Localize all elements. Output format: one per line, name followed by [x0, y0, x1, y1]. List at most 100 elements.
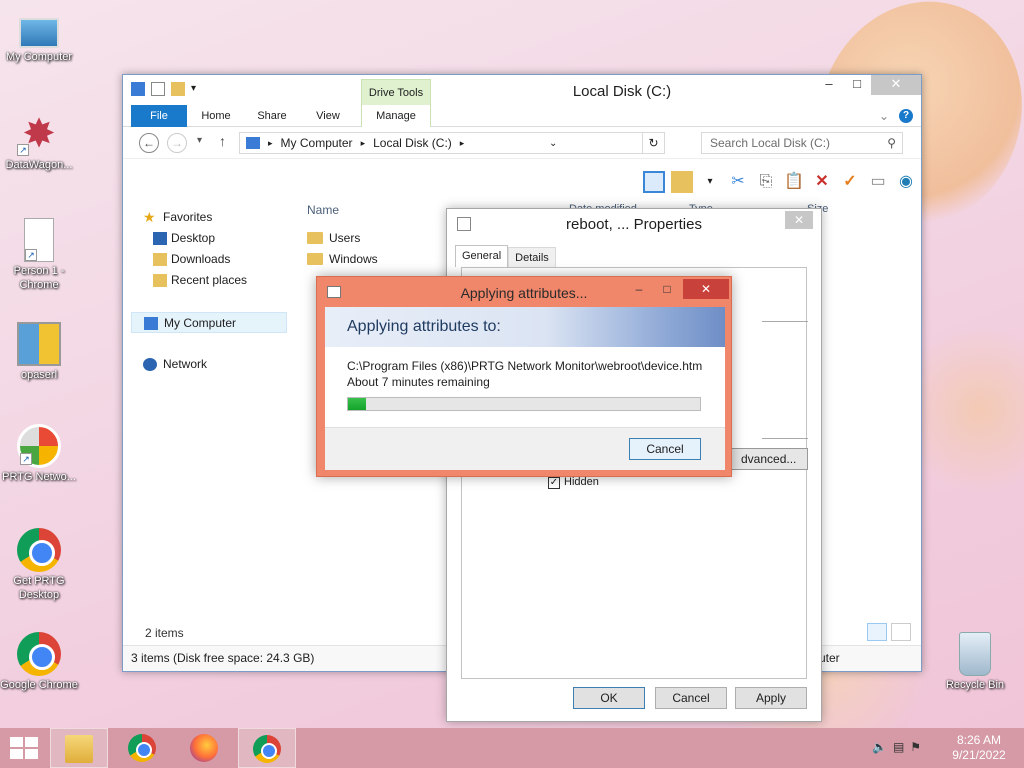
desktop-icon-get-prtg[interactable]: Get PRTG Desktop [0, 528, 78, 602]
list-item[interactable]: Windows [307, 252, 378, 266]
tab-home[interactable]: Home [193, 105, 239, 127]
back-button[interactable]: ← [139, 133, 159, 153]
folder-icon [307, 232, 323, 244]
system-tray: 🔈 ▤ ⚑ [872, 740, 921, 754]
desktop-icon-label: Get PRTG Desktop [13, 575, 65, 601]
recent-places-icon [153, 274, 167, 287]
volume-muted-icon[interactable]: 🔈 [872, 740, 887, 754]
address-field[interactable]: ▸ My Computer ▸ Local Disk (C:) ▸ ⌄ ↻ [239, 132, 665, 154]
taskbar-chrome[interactable] [114, 728, 172, 768]
maximize-button[interactable]: □ [657, 281, 677, 299]
file-explorer-icon [65, 735, 93, 763]
properties-titlebar[interactable]: reboot, ... Properties ✕ [447, 209, 821, 239]
chrome-icon [128, 734, 156, 762]
search-icon: ⚲ [887, 136, 896, 150]
progress-bar [347, 397, 701, 411]
shortcut-arrow-icon: ↗ [20, 453, 32, 465]
file-name: Windows [329, 252, 378, 266]
explorer-titlebar[interactable]: ▾ Drive Tools Local Disk (C:) – □ ✕ [123, 75, 921, 105]
start-button[interactable] [10, 737, 38, 759]
globe-icon[interactable]: ◉ [895, 171, 917, 193]
nav-label: Recent places [171, 273, 248, 287]
action-center-icon[interactable]: ⚑ [910, 740, 921, 754]
close-button[interactable]: ✕ [785, 211, 813, 229]
nav-my-computer[interactable]: My Computer [131, 312, 287, 333]
column-header-name[interactable]: Name [307, 203, 339, 217]
copy-icon[interactable]: ⎘ [755, 171, 777, 193]
desktop-icon-prtg[interactable]: ↗ PRTG Netwo... [0, 424, 78, 484]
desktop-icon-person1-chrome[interactable]: ↗ Person 1 - Chrome [0, 218, 78, 292]
tab-general[interactable]: General [455, 245, 509, 267]
address-dropdown-icon[interactable]: ⌄ [549, 138, 557, 149]
hidden-checkbox[interactable]: ✓ Hidden [548, 476, 599, 489]
tab-share[interactable]: Share [249, 105, 295, 127]
nav-favorites[interactable]: ★ Favorites [131, 207, 291, 228]
breadcrumb-local-disk[interactable]: Local Disk (C:) [373, 136, 452, 150]
toolbar-dropdown-icon[interactable]: ▾ [699, 171, 721, 193]
close-button[interactable]: ✕ [683, 279, 729, 299]
taskbar: 🔈 ▤ ⚑ 8:26 AM 9/21/2022 [0, 728, 1024, 768]
close-button[interactable]: ✕ [871, 75, 921, 95]
taskbar-file-explorer[interactable] [50, 728, 108, 768]
recycle-bin-icon [959, 632, 991, 676]
cancel-button[interactable]: Cancel [629, 438, 701, 460]
refresh-icon[interactable]: ↻ [641, 133, 664, 153]
paste-icon[interactable]: 📋 [783, 171, 805, 193]
chrome-icon [17, 528, 61, 572]
nav-downloads[interactable]: Downloads [131, 249, 291, 270]
help-icon[interactable]: ? [899, 109, 913, 123]
tab-file[interactable]: File [131, 105, 187, 127]
checkmark-icon[interactable]: ✓ [839, 171, 861, 193]
minimize-button[interactable]: – [815, 75, 843, 95]
desktop-icon-datawagon[interactable]: ✸ ↗ DataWagon... [0, 112, 78, 172]
maximize-button[interactable]: □ [843, 75, 871, 95]
apply-titlebar[interactable]: Applying attributes... – □ ✕ [317, 277, 731, 307]
desktop-icon-opaserl[interactable]: opaserl [0, 322, 78, 382]
nav-label: Desktop [171, 231, 216, 245]
nav-desktop[interactable]: Desktop [131, 228, 291, 249]
minimize-button[interactable]: – [629, 281, 649, 299]
taskbar-chrome-2[interactable] [238, 728, 296, 768]
large-icons-view-icon[interactable] [891, 623, 911, 641]
nav-network[interactable]: Network [131, 354, 291, 375]
file-name: Users [329, 231, 361, 245]
ok-button[interactable]: OK [573, 687, 645, 709]
details-view-icon[interactable] [867, 623, 887, 641]
expand-ribbon-icon[interactable]: ⌄ [879, 109, 889, 123]
folder-check-icon[interactable] [671, 171, 693, 193]
firefox-icon [190, 734, 218, 762]
clock[interactable]: 8:26 AM 9/21/2022 [944, 733, 1014, 763]
desktop-icon-label: Recycle Bin [945, 679, 1005, 691]
downloads-icon [153, 253, 167, 266]
desktop-icon-google-chrome[interactable]: Google Chrome [0, 632, 78, 692]
search-input[interactable]: Search Local Disk (C:) ⚲ [701, 132, 903, 154]
cut-icon[interactable]: ✂ [727, 171, 749, 193]
nav-recent-places[interactable]: Recent places [131, 270, 291, 291]
network-icon[interactable]: ▤ [893, 740, 904, 754]
tab-view[interactable]: View [305, 105, 351, 127]
time-remaining: About 7 minutes remaining [347, 375, 490, 389]
breadcrumb-separator-icon: ▸ [459, 137, 465, 148]
desktop-icon-recycle-bin[interactable]: Recycle Bin [936, 632, 1014, 692]
up-button[interactable]: ↑ [219, 133, 226, 149]
chrome-icon [17, 632, 61, 676]
list-item[interactable]: Users [307, 231, 360, 245]
apply-header: Applying attributes to: [325, 307, 725, 347]
advanced-button[interactable]: dvanced... [730, 448, 808, 470]
tab-manage[interactable]: Manage [361, 105, 431, 127]
apply-button[interactable]: Apply [735, 687, 807, 709]
status-text-right: uter [819, 651, 840, 665]
desktop-icon-label: opaserl [20, 369, 58, 381]
desktop-icon-my-computer[interactable]: My Computer [0, 10, 78, 64]
rename-icon[interactable]: ▭ [867, 171, 889, 193]
recent-locations-icon[interactable]: ▾ [197, 135, 202, 146]
delete-icon[interactable]: ✕ [811, 171, 833, 193]
cancel-button[interactable]: Cancel [655, 687, 727, 709]
tab-details[interactable]: Details [508, 247, 556, 267]
taskbar-firefox[interactable] [176, 728, 234, 768]
preview-pane-icon[interactable] [643, 171, 665, 193]
gauge-icon: ↗ [17, 424, 61, 468]
applying-attributes-dialog: Applying attributes... – □ ✕ Applying at… [316, 276, 732, 477]
breadcrumb-my-computer[interactable]: My Computer [281, 136, 353, 150]
forward-button[interactable]: → [167, 133, 187, 153]
